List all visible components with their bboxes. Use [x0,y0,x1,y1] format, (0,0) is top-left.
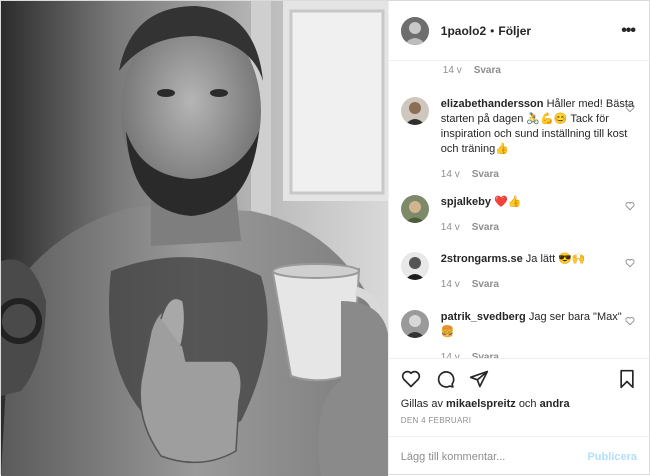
comment-item: spjalkeby ❤️👍 14 v Svara [400,195,637,235]
previous-comment-meta: 14 v Svara [443,65,501,76]
comment-age: 14 v [440,279,460,290]
comment-item: patrik_svedberg Jag ser bara "Max" 🍔 14 … [400,310,637,358]
post-date: DEN 4 FEBRUARI [400,416,472,425]
likes-prefix: Gillas av [400,398,443,410]
likes-user[interactable]: mikaelspreitz [446,398,516,410]
comment-like-heart-icon[interactable] [625,258,635,268]
commenter-username[interactable]: elizabethandersson [441,98,544,110]
comment-icon[interactable] [435,369,455,389]
more-horizontal-icon[interactable]: ••• [621,22,636,40]
likes-others[interactable]: andra [540,398,570,410]
side-panel: 1paolo2 • Följer ••• 14 v Svara elizabet… [387,1,649,476]
comment-age: 14 v [440,222,460,233]
follow-button[interactable]: Följer [498,24,531,38]
comment-text: ❤️👍 [494,196,522,208]
commenter-username[interactable]: patrik_svedberg [441,311,526,323]
reply-button[interactable]: Svara [472,350,499,358]
comment-body: patrik_svedberg Jag ser bara "Max" 🍔 14 … [441,310,637,358]
commenter-username[interactable]: spjalkeby [441,196,491,208]
heart-icon[interactable] [401,369,421,389]
likes-summary: Gillas av mikaelspreitz och andra [389,398,649,414]
header-separator: • [490,23,495,38]
commenter-avatar[interactable] [400,97,429,125]
comment-input[interactable] [400,450,588,463]
comment-age: 14 v [440,352,460,358]
comment-meta: 14 v Svara [441,220,637,235]
comment-like-heart-icon[interactable] [625,103,635,113]
post-container: 1paolo2 • Följer ••• 14 v Svara elizabet… [0,0,650,476]
commenter-username[interactable]: 2strongarms.se [441,253,523,265]
commenter-avatar[interactable] [400,252,429,280]
likes-conjunction: och [518,398,537,410]
comment-like-heart-icon[interactable] [625,201,635,211]
comment-like-heart-icon[interactable] [625,316,635,326]
comment-item: elizabethandersson Håller med! Bästa sta… [400,97,637,182]
comment-item: 2strongarms.se Ja lätt 😎🙌 14 v Svara [400,252,637,292]
post-photo[interactable] [1,1,388,476]
add-comment-bar: Publicera [388,436,649,476]
author-username[interactable]: 1paolo2 [441,24,486,38]
comment-body: 2strongarms.se Ja lätt 😎🙌 14 v Svara [441,252,637,292]
reply-button[interactable]: Svara [474,65,501,76]
comment-age: 14 v [440,169,460,180]
publish-button[interactable]: Publicera [587,451,637,463]
comment-text: Ja lätt 😎🙌 [525,253,586,265]
post-actions [388,358,649,398]
photo-illustration [1,1,388,476]
comment-meta: 14 v Svara [441,277,637,292]
author-avatar[interactable] [400,16,429,45]
commenter-avatar[interactable] [400,195,429,223]
bookmark-icon[interactable] [617,369,637,389]
comment-meta: 14 v Svara [441,350,637,358]
comments-list[interactable]: 14 v Svara elizabethandersson Håller med… [389,61,649,358]
comment-age: 14 v [442,65,462,76]
reply-button[interactable]: Svara [472,167,499,182]
commenter-avatar[interactable] [400,310,429,338]
comment-meta: 14 v Svara [441,167,637,182]
comment-body: elizabethandersson Håller med! Bästa sta… [441,97,637,182]
comment-body: spjalkeby ❤️👍 14 v Svara [441,195,637,235]
reply-button[interactable]: Svara [472,220,499,235]
reply-button[interactable]: Svara [472,277,499,292]
send-icon[interactable] [469,369,489,389]
post-header: 1paolo2 • Följer ••• [388,1,649,61]
